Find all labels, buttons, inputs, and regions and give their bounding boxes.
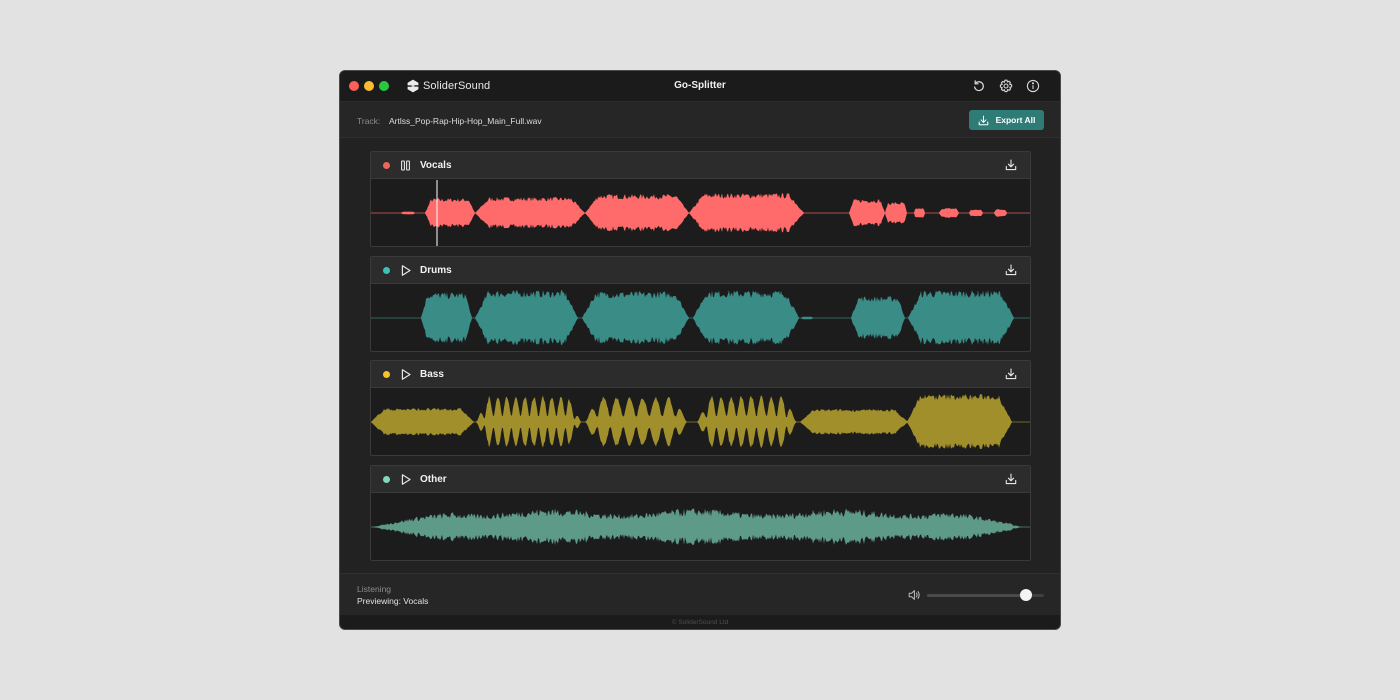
download-icon xyxy=(1005,159,1017,171)
copyright-text: © SoliderSound Ltd xyxy=(340,615,1060,629)
stem-panel-other: Other xyxy=(370,465,1031,561)
play-button[interactable] xyxy=(399,368,412,381)
download-stem-button[interactable] xyxy=(1005,473,1017,485)
stem-color-dot xyxy=(383,371,390,378)
info-icon[interactable] xyxy=(1026,79,1040,93)
track-label: Track: xyxy=(357,116,381,126)
stem-name: Bass xyxy=(420,369,444,380)
volume-slider-thumb[interactable] xyxy=(1020,589,1033,601)
waveform[interactable] xyxy=(371,389,1030,455)
waveform-shape xyxy=(371,508,1030,546)
export-all-label: Export All xyxy=(995,115,1036,125)
pause-icon xyxy=(401,160,410,171)
play-icon xyxy=(401,474,411,485)
stem-color-dot xyxy=(383,267,390,274)
volume-fill xyxy=(927,594,1027,597)
track-bar: Track: Artlss_Pop-Rap-Hip-Hop_Main_Full.… xyxy=(340,102,1060,138)
play-button[interactable] xyxy=(399,473,412,486)
waveform[interactable] xyxy=(371,285,1030,351)
download-icon xyxy=(1005,473,1017,485)
download-stem-button[interactable] xyxy=(1005,368,1017,380)
download-stem-button[interactable] xyxy=(1005,264,1017,276)
pause-button[interactable] xyxy=(399,159,412,172)
volume-slider[interactable] xyxy=(927,589,1044,601)
export-all-button[interactable]: Export All xyxy=(969,110,1044,130)
download-icon xyxy=(978,115,988,125)
download-icon xyxy=(1005,264,1017,276)
play-button[interactable] xyxy=(399,264,412,277)
play-icon xyxy=(401,369,411,380)
stem-color-dot xyxy=(383,162,390,169)
window-title: Go-Splitter xyxy=(674,80,726,91)
stem-panel-bass: Bass xyxy=(370,360,1031,456)
stem-name: Vocals xyxy=(420,160,452,171)
gear-icon[interactable] xyxy=(999,79,1013,93)
refresh-icon[interactable] xyxy=(972,79,986,93)
stem-header: Other xyxy=(371,466,1030,493)
app-window: SoliderSound Go-Splitter Track: Artlss_P… xyxy=(339,70,1061,630)
status-bar: Listening Previewing: Vocals xyxy=(340,573,1060,615)
stem-header: Vocals xyxy=(371,152,1030,179)
stem-color-dot xyxy=(383,476,390,483)
preview-status: Previewing: Vocals xyxy=(357,596,429,606)
title-bar: SoliderSound Go-Splitter xyxy=(340,71,1060,102)
download-icon xyxy=(1005,368,1017,380)
stem-panel-drums: Drums xyxy=(370,256,1031,352)
status-label: Listening xyxy=(357,584,392,594)
volume-icon xyxy=(908,589,921,601)
stem-header: Bass xyxy=(371,361,1030,388)
waveform[interactable] xyxy=(371,494,1030,560)
stem-name: Other xyxy=(420,474,447,485)
waveform-shape xyxy=(371,394,1030,449)
waveform-shape xyxy=(371,290,1030,346)
download-stem-button[interactable] xyxy=(1005,159,1017,171)
track-filename: Artlss_Pop-Rap-Hip-Hop_Main_Full.wav xyxy=(389,116,542,126)
play-icon xyxy=(401,265,411,276)
stem-panel-vocals: Vocals xyxy=(370,151,1031,247)
stem-name: Drums xyxy=(420,265,452,276)
stem-header: Drums xyxy=(371,257,1030,284)
waveform[interactable] xyxy=(371,180,1030,246)
